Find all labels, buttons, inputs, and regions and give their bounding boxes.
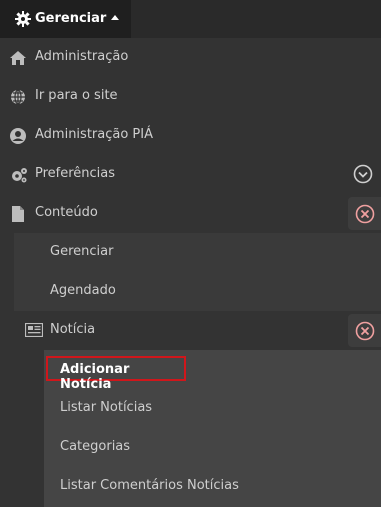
- close-circle-icon: [355, 204, 375, 224]
- submenu-item-manage[interactable]: Gerenciar: [50, 244, 113, 259]
- chevron-down-circle-icon[interactable]: [353, 164, 373, 184]
- gear-icon: [15, 11, 31, 27]
- collapse-content-button[interactable]: [348, 197, 381, 230]
- top-bar: Gerenciar: [0, 0, 381, 38]
- gears-icon: [12, 168, 27, 183]
- menu-item-admin[interactable]: Administração: [0, 38, 381, 77]
- user-icon: [10, 128, 26, 144]
- newspaper-icon: [25, 323, 43, 337]
- menu-item-label: Ir para o site: [35, 88, 118, 103]
- menu-item-content[interactable]: Conteúdo: [0, 194, 381, 233]
- menu-item-noticia[interactable]: Notícia: [14, 311, 381, 350]
- home-icon: [10, 51, 26, 65]
- submenu-item-categories[interactable]: Categorias: [60, 439, 130, 454]
- close-circle-icon: [355, 321, 375, 341]
- submenu-item-add-news[interactable]: Adicionar Notícia: [46, 356, 186, 392]
- menu-item-label: Administração PIÁ: [35, 127, 153, 142]
- globe-icon: [11, 89, 25, 105]
- menu-item-label: Preferências: [35, 166, 116, 181]
- caret-up-icon: [111, 15, 119, 20]
- menu-item-label: Administração: [35, 49, 129, 64]
- menu-item-label: Conteúdo: [35, 205, 98, 220]
- menu-item-label: Notícia: [50, 322, 96, 337]
- file-icon: [12, 206, 24, 222]
- manage-menu-toggle[interactable]: Gerenciar: [0, 0, 131, 38]
- content-submenu: Gerenciar Agendado: [14, 233, 381, 311]
- submenu-item-list-comments[interactable]: Listar Comentários Notícias: [60, 478, 239, 493]
- menu-item-preferences[interactable]: Preferências: [0, 155, 381, 194]
- menu-item-admin-pia[interactable]: Administração PIÁ: [0, 116, 381, 155]
- submenu-item-scheduled[interactable]: Agendado: [50, 283, 116, 298]
- manage-label: Gerenciar: [35, 11, 107, 26]
- submenu-item-list-news[interactable]: Listar Notícias: [60, 400, 152, 415]
- add-news-label: Adicionar Notícia: [60, 362, 130, 392]
- menu-item-go-to-site[interactable]: Ir para o site: [0, 77, 381, 116]
- collapse-noticia-button[interactable]: [348, 314, 381, 347]
